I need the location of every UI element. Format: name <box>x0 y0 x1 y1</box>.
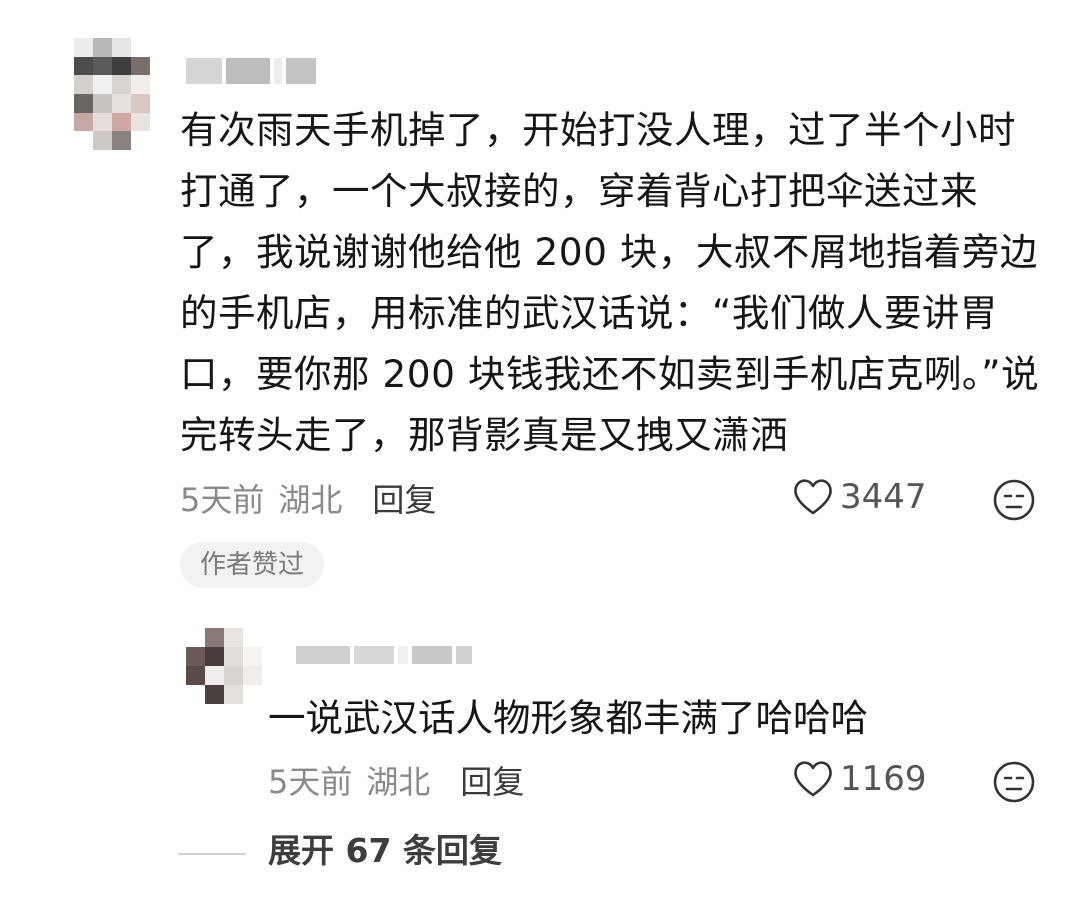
heart-icon <box>794 761 832 797</box>
divider <box>178 853 246 855</box>
comment-location: 湖北 <box>278 481 343 519</box>
avatar-pixel <box>205 647 224 666</box>
avatar-pixel <box>186 647 205 666</box>
avatar-pixel <box>224 685 243 704</box>
dislike-icon[interactable] <box>992 760 1036 804</box>
reply-location: 湖北 <box>366 763 431 801</box>
avatar-pixel <box>186 666 205 685</box>
avatar[interactable] <box>186 628 262 704</box>
avatar-pixel <box>243 685 262 704</box>
avatar-pixel <box>112 131 131 150</box>
reply-button[interactable]: 回复 <box>372 475 436 521</box>
username[interactable] <box>296 646 472 664</box>
username-blur-block <box>226 58 270 84</box>
avatar-pixel <box>93 75 112 94</box>
like-count: 3447 <box>840 477 927 517</box>
avatar-pixel <box>74 131 93 150</box>
avatar-pixel <box>112 75 131 94</box>
avatar-pixel <box>224 647 243 666</box>
avatar-pixel <box>74 93 93 113</box>
comment-text: 有次雨天手机掉了，开始打没人理，过了半个小时打通了，一个大叔接的，穿着背心打把伞… <box>180 108 1040 457</box>
avatar-pixel <box>224 628 243 647</box>
username-blur-block <box>456 646 472 664</box>
avatar-pixel <box>74 75 93 94</box>
username-blur-block <box>296 646 350 664</box>
username-blur-block <box>412 646 452 664</box>
reply-meta: 5天前 湖北 回复 <box>268 756 524 804</box>
avatar-pixel <box>112 56 131 76</box>
like-button[interactable]: 3447 <box>792 472 927 522</box>
reply-text: 一说武汉话人物形象都丰满了哈哈哈 <box>268 696 868 740</box>
avatar[interactable] <box>74 38 150 150</box>
avatar-pixel <box>205 666 224 685</box>
username-blur-block <box>186 58 222 84</box>
avatar-pixel <box>93 112 112 132</box>
avatar-pixel <box>131 38 150 57</box>
avatar-pixel <box>112 93 131 113</box>
heart-icon <box>794 479 832 515</box>
avatar-pixel <box>93 38 112 57</box>
avatar-pixel <box>243 666 262 685</box>
username-blur-block <box>274 58 282 84</box>
avatar-pixel <box>186 628 205 647</box>
comment-time: 5天前 <box>180 481 265 519</box>
username-blur-block <box>354 646 394 664</box>
avatar-pixel <box>205 628 224 647</box>
avatar-pixel <box>243 647 262 666</box>
avatar-pixel <box>205 685 224 704</box>
expand-replies-button[interactable]: 展开 67 条回复 <box>268 826 502 876</box>
avatar-pixel <box>131 56 150 76</box>
avatar-pixel <box>131 131 150 150</box>
avatar-pixel <box>186 685 205 704</box>
avatar-pixel <box>131 112 150 132</box>
reply-button[interactable]: 回复 <box>460 757 524 803</box>
username[interactable] <box>186 58 316 84</box>
avatar-pixel <box>112 38 131 57</box>
avatar-pixel <box>74 56 93 76</box>
like-count: 1169 <box>840 759 927 799</box>
comment-meta: 5天前 湖北 回复 <box>180 474 436 522</box>
like-button[interactable]: 1169 <box>792 754 927 804</box>
avatar-pixel <box>93 131 112 150</box>
avatar-pixel <box>93 56 112 76</box>
avatar-pixel <box>131 75 150 94</box>
avatar-pixel <box>131 93 150 113</box>
username-blur-block <box>286 58 316 84</box>
avatar-pixel <box>74 38 93 57</box>
author-liked-badge: 作者赞过 <box>180 542 324 588</box>
username-blur-block <box>398 646 408 664</box>
dislike-icon[interactable] <box>992 478 1036 522</box>
avatar-pixel <box>112 112 131 132</box>
avatar-pixel <box>93 93 112 113</box>
avatar-pixel <box>224 666 243 685</box>
reply-time: 5天前 <box>268 763 353 801</box>
avatar-pixel <box>243 628 262 647</box>
avatar-pixel <box>74 112 93 132</box>
